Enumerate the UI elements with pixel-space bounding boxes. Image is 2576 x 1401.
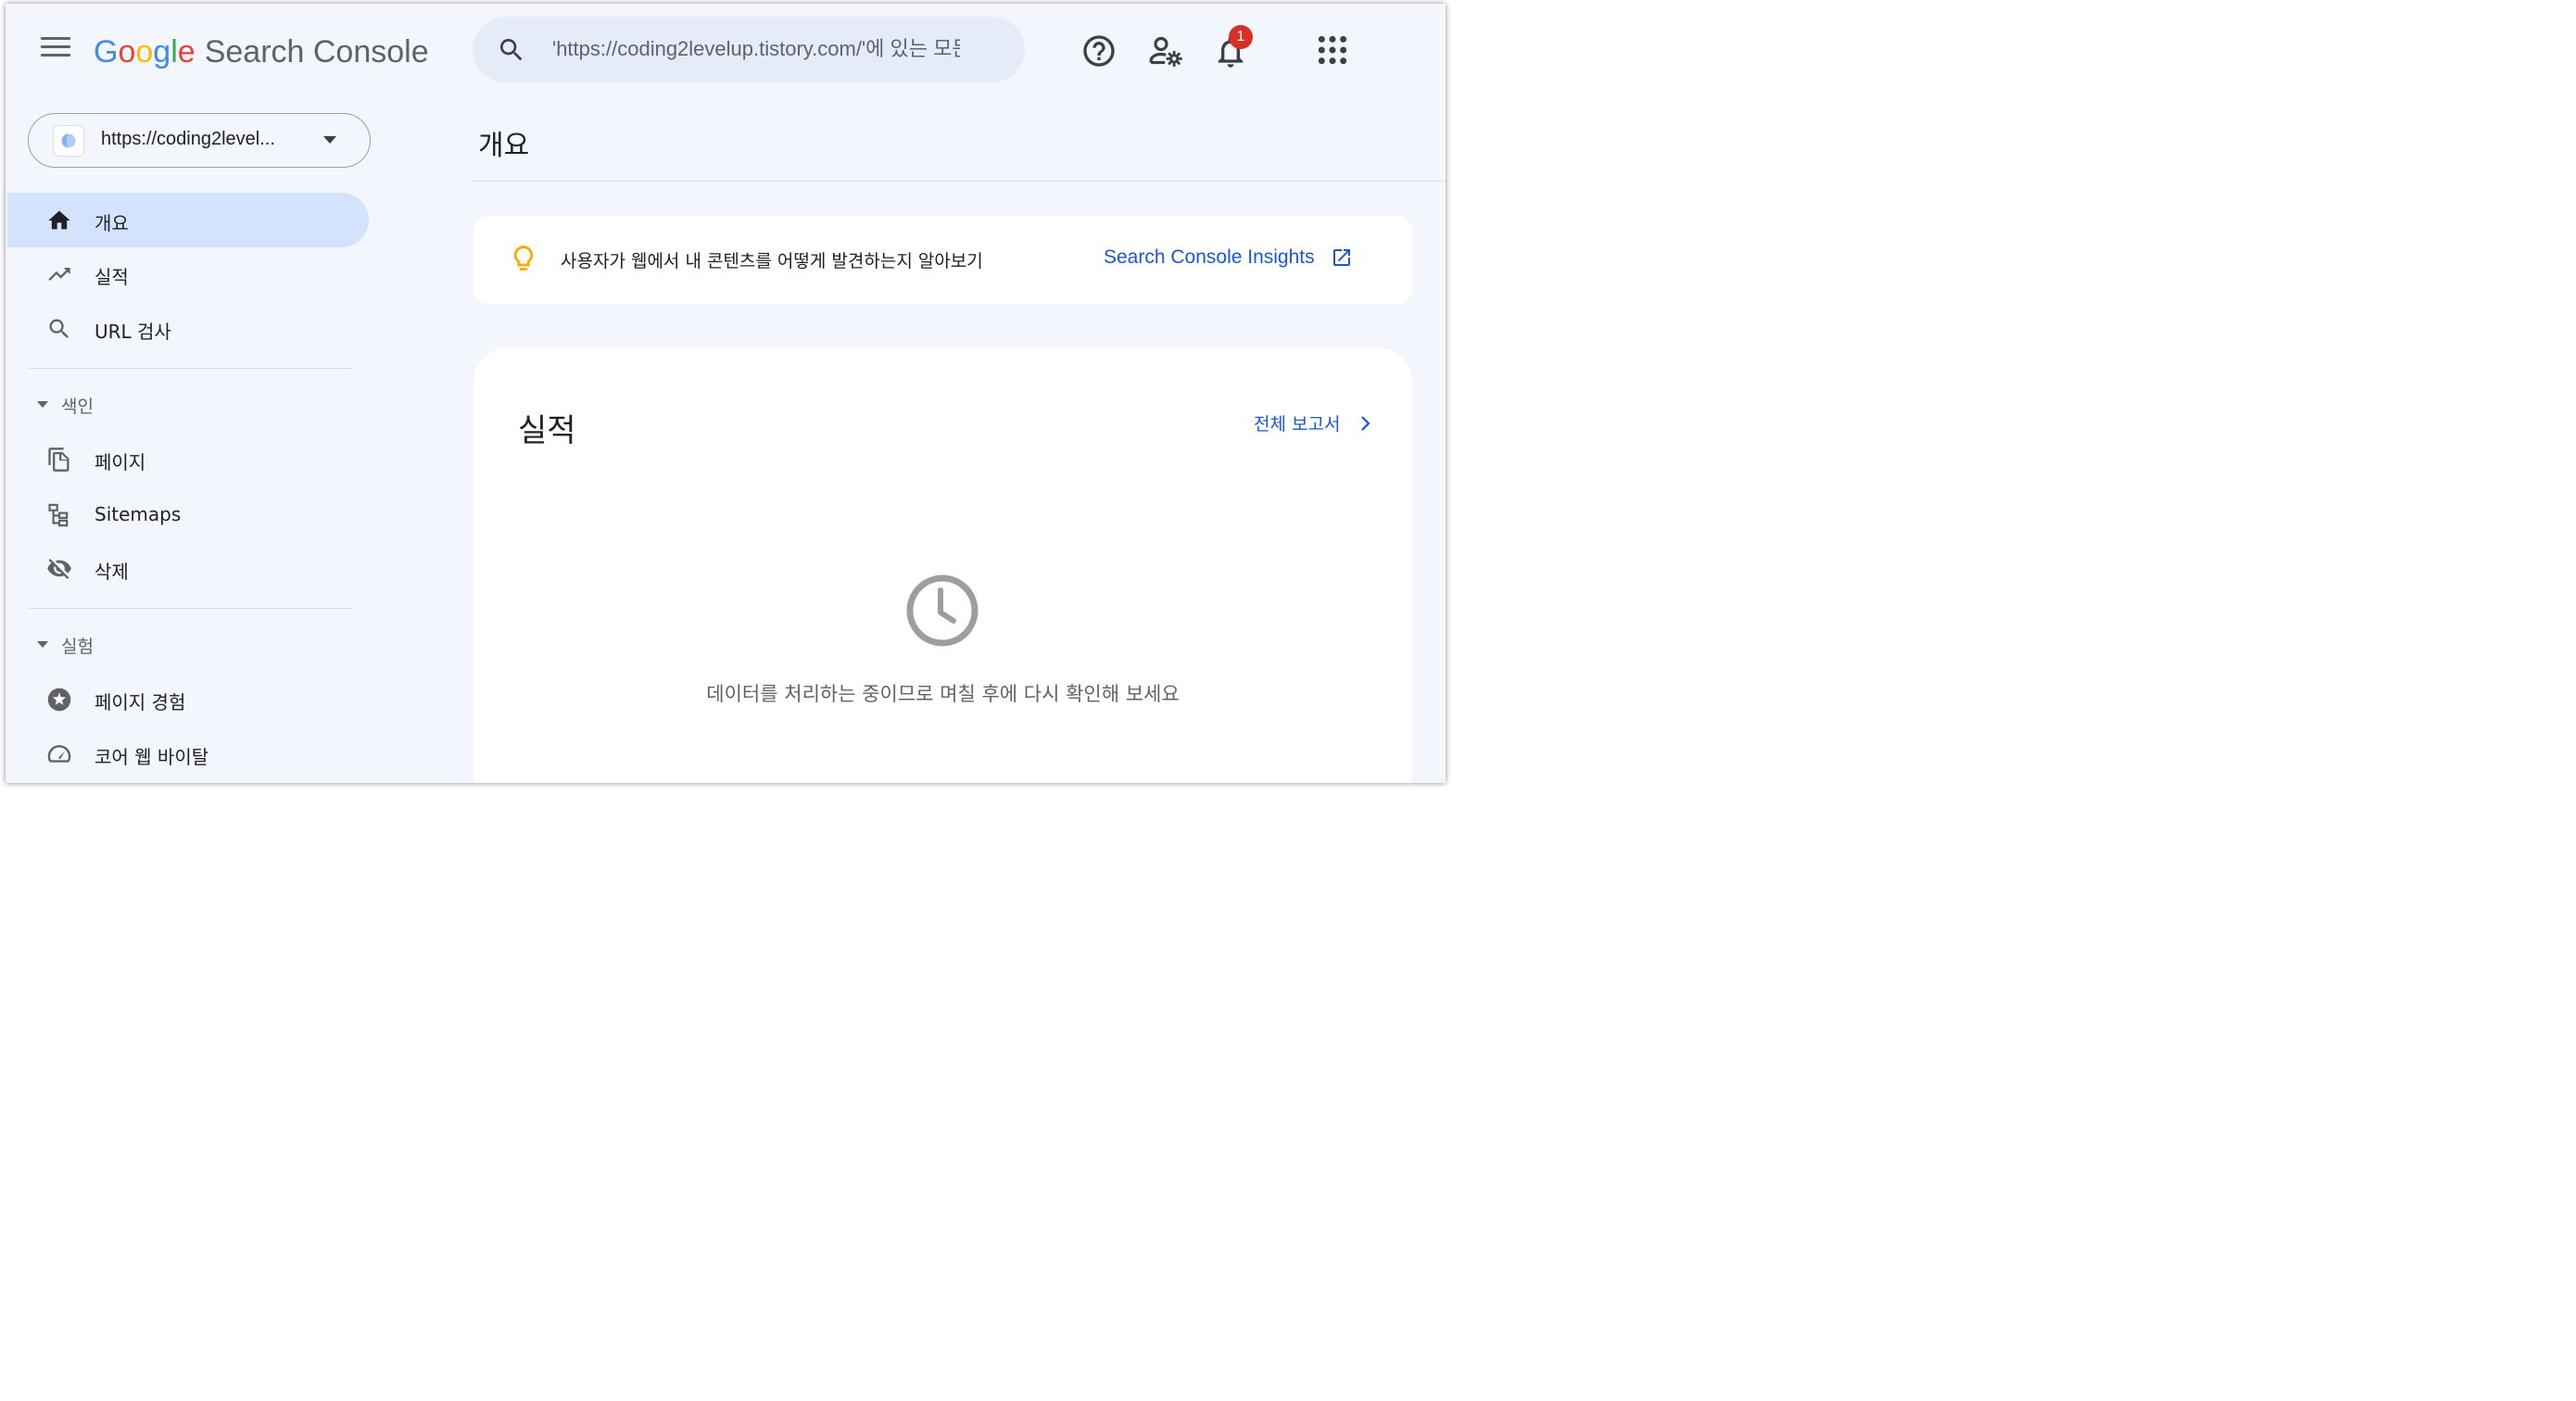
notification-count-badge: 1: [1229, 25, 1253, 49]
sidebar-item-url-inspection[interactable]: URL 검사: [7, 301, 369, 356]
sidebar-item-label: Sitemaps: [95, 503, 182, 525]
section-experiments-toggle[interactable]: 실험: [33, 629, 219, 659]
apps-grid-icon[interactable]: [1314, 32, 1351, 69]
help-icon[interactable]: [1080, 32, 1118, 69]
performance-card: 실적 전체 보고서 데이터를 처리하는 중이므로 며칠 후에 다시 확인해 보세…: [474, 347, 1412, 783]
speed-gauge-icon: [47, 745, 71, 763]
menu-bar: [41, 45, 70, 48]
sidebar-item-removals[interactable]: 삭제: [7, 541, 369, 596]
search-icon: [49, 319, 69, 338]
sidebar-item-core-web-vitals[interactable]: 코어 웹 바이탈: [7, 726, 369, 781]
collapse-caret-icon: [37, 641, 48, 648]
section-index-toggle[interactable]: 색인: [33, 389, 219, 419]
search-console-logo[interactable]: Google Search Console: [94, 32, 429, 72]
sidebar-item-performance[interactable]: 실적: [7, 246, 369, 301]
section-title: 색인: [61, 397, 94, 417]
search-input[interactable]: [552, 33, 960, 65]
sidebar-divider: [28, 608, 353, 609]
google-letter: o: [135, 34, 154, 69]
sidebar-item-label: 삭제: [95, 561, 129, 583]
sidebar-item-overview[interactable]: 개요: [7, 193, 369, 247]
processing-message: 데이터를 처리하는 중이므로 며칠 후에 다시 확인해 보세요: [706, 683, 1180, 705]
google-letter: l: [170, 34, 178, 69]
menu-bar: [41, 54, 70, 57]
visibility-off-icon: [47, 559, 71, 579]
app-window: Google Search Console 'https://coding2le…: [6, 4, 1446, 783]
property-url: https://coding2level...: [101, 129, 275, 149]
google-letter: g: [153, 34, 171, 69]
chevron-right-icon: [1360, 415, 1370, 431]
insights-description: 사용자가 웹에서 내 콘텐츠를 어떻게 발견하는지 알아보기: [561, 251, 983, 271]
search-icon[interactable]: [497, 35, 526, 65]
search-console-insights-link[interactable]: Search Console Insights: [1104, 246, 1353, 274]
title-divider: [473, 181, 1446, 182]
dropdown-caret-icon: [323, 136, 336, 144]
sidebar-item-label: URL 검사: [95, 321, 171, 343]
collapse-caret-icon: [37, 401, 48, 408]
main-menu-button[interactable]: [41, 37, 70, 61]
top-bar: Google Search Console 'https://coding2le…: [6, 4, 1446, 96]
link-label: 전체 보고서: [1254, 414, 1341, 435]
page-title: 개요: [478, 130, 530, 162]
performance-card-title: 실적: [518, 412, 576, 449]
sidebar-item-page-experience[interactable]: 페이지 경험: [7, 672, 369, 726]
sidebar-item-label: 실적: [95, 266, 129, 288]
menu-bar: [41, 37, 70, 40]
section-title: 실험: [61, 637, 94, 657]
google-letter: G: [94, 34, 119, 69]
page-experience-icon: [47, 688, 71, 712]
google-letter: o: [118, 34, 136, 69]
property-selector[interactable]: https://coding2level...: [28, 113, 371, 168]
globe-icon: [61, 133, 76, 148]
product-name: Search Console: [204, 34, 429, 69]
link-label: Search Console Insights: [1104, 246, 1315, 268]
google-letter: e: [177, 34, 196, 69]
clock-icon: [906, 574, 979, 647]
sidebar-item-label: 페이지 경험: [95, 691, 186, 713]
google-wordmark: Google: [94, 34, 196, 69]
home-icon: [48, 210, 70, 230]
lightbulb-icon: [513, 246, 534, 271]
sidebar-item-pages[interactable]: 페이지: [7, 432, 369, 486]
open-in-new-icon: [1332, 249, 1350, 266]
trending-up-icon: [48, 268, 70, 281]
pages-icon: [48, 448, 69, 472]
full-report-link[interactable]: 전체 보고서: [1254, 410, 1373, 435]
insights-banner: 사용자가 웹에서 내 콘텐츠를 어떻게 발견하는지 알아보기 Search Co…: [474, 216, 1412, 304]
sidebar-divider: [28, 368, 353, 369]
url-inspect-search[interactable]: [473, 17, 1025, 82]
sidebar-item-label: 개요: [95, 212, 129, 234]
property-favicon: [53, 125, 84, 157]
sidebar-item-label: 페이지: [95, 451, 146, 473]
sidebar-item-sitemaps[interactable]: Sitemaps: [7, 487, 369, 542]
sidebar-item-label: 코어 웹 바이탈: [95, 746, 209, 768]
manage-users-icon[interactable]: [1147, 32, 1184, 69]
sitemap-icon: [48, 503, 69, 527]
